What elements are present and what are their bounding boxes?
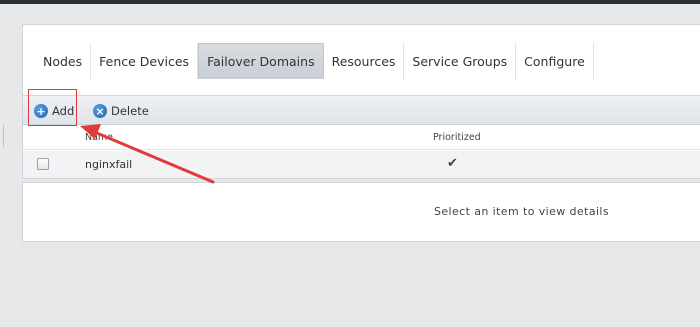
- tab-bar: Nodes Fence Devices Failover Domains Res…: [35, 43, 594, 93]
- left-edge-marker: [0, 125, 4, 147]
- domain-name: nginxfail: [85, 158, 133, 171]
- table-header: Name Prioritized: [23, 126, 700, 150]
- row-checkbox[interactable]: [37, 158, 49, 170]
- column-header-prioritized[interactable]: Prioritized: [433, 132, 481, 143]
- tab-service-groups[interactable]: Service Groups: [404, 43, 517, 79]
- delete-button-label: Delete: [111, 104, 149, 118]
- tab-nodes[interactable]: Nodes: [35, 43, 92, 79]
- tab-configure[interactable]: Configure: [516, 43, 594, 79]
- tab-failover-domains[interactable]: Failover Domains: [198, 43, 324, 79]
- close-icon: ×: [93, 104, 107, 118]
- add-button[interactable]: + Add: [34, 100, 74, 122]
- toolbar: + Add × Delete: [23, 95, 700, 125]
- details-empty-message: Select an item to view details: [434, 205, 610, 218]
- failover-domains-panel: Nodes Fence Devices Failover Domains Res…: [22, 24, 700, 179]
- top-bar: [0, 0, 700, 4]
- details-panel: Select an item to view details: [22, 182, 700, 242]
- check-icon: ✔: [447, 156, 458, 171]
- add-button-label: Add: [52, 104, 75, 118]
- tab-fence-devices[interactable]: Fence Devices: [91, 43, 199, 79]
- column-header-name[interactable]: Name: [85, 132, 113, 143]
- tab-resources[interactable]: Resources: [324, 43, 405, 79]
- plus-icon: +: [34, 104, 48, 118]
- delete-button[interactable]: × Delete: [93, 100, 149, 122]
- table-row[interactable]: nginxfail ✔: [23, 151, 700, 178]
